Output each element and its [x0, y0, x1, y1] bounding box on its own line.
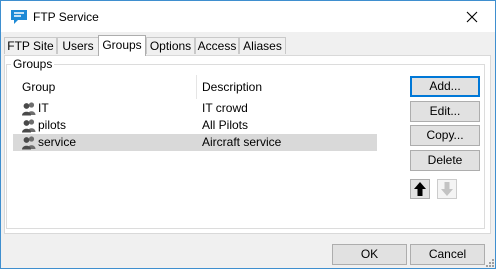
groups-list[interactable]: Group Description IT IT crowd pilots All [13, 75, 402, 225]
groups-groupbox-label: Groups [11, 57, 55, 71]
group-icon [22, 136, 36, 150]
group-name: IT [38, 101, 49, 115]
move-up-button[interactable] [410, 179, 430, 199]
arrow-up-icon [414, 182, 426, 196]
group-icon [22, 119, 36, 133]
tab-options[interactable]: Options [146, 37, 195, 54]
column-header-description[interactable]: Description [202, 75, 262, 99]
close-icon [466, 11, 478, 22]
add-button[interactable]: Add... [410, 76, 480, 97]
move-down-button[interactable] [437, 179, 457, 199]
group-name: service [38, 135, 77, 149]
list-header: Group Description [13, 75, 402, 99]
resize-grip-icon[interactable] [484, 257, 494, 267]
group-name: pilots [38, 118, 67, 132]
ok-button[interactable]: OK [332, 244, 407, 265]
title-bar[interactable]: FTP Service [1, 1, 495, 32]
dialog-window: FTP Service FTP Site Users Groups Option… [0, 0, 496, 269]
list-item-selected[interactable]: service Aircraft service [13, 134, 377, 151]
tab-users[interactable]: Users [57, 37, 99, 54]
group-icon [22, 102, 36, 116]
window-title: FTP Service [33, 10, 99, 24]
edit-button[interactable]: Edit... [410, 101, 480, 122]
group-description: Aircraft service [202, 135, 282, 149]
column-divider[interactable] [196, 75, 197, 99]
column-header-group[interactable]: Group [22, 75, 55, 99]
delete-button[interactable]: Delete [410, 150, 480, 171]
copy-button[interactable]: Copy... [410, 125, 480, 146]
tab-aliases[interactable]: Aliases [239, 37, 286, 54]
list-item[interactable]: IT IT crowd [13, 100, 377, 117]
tab-groups[interactable]: Groups [98, 35, 146, 56]
tab-access[interactable]: Access [195, 37, 239, 54]
group-description: All Pilots [202, 118, 249, 132]
arrow-down-icon [441, 182, 453, 196]
close-button[interactable] [449, 1, 495, 32]
cancel-button[interactable]: Cancel [410, 244, 485, 265]
list-item[interactable]: pilots All Pilots [13, 117, 377, 134]
ftp-app-icon [11, 10, 27, 24]
tab-ftp-site[interactable]: FTP Site [4, 37, 57, 54]
group-description: IT crowd [202, 101, 248, 115]
